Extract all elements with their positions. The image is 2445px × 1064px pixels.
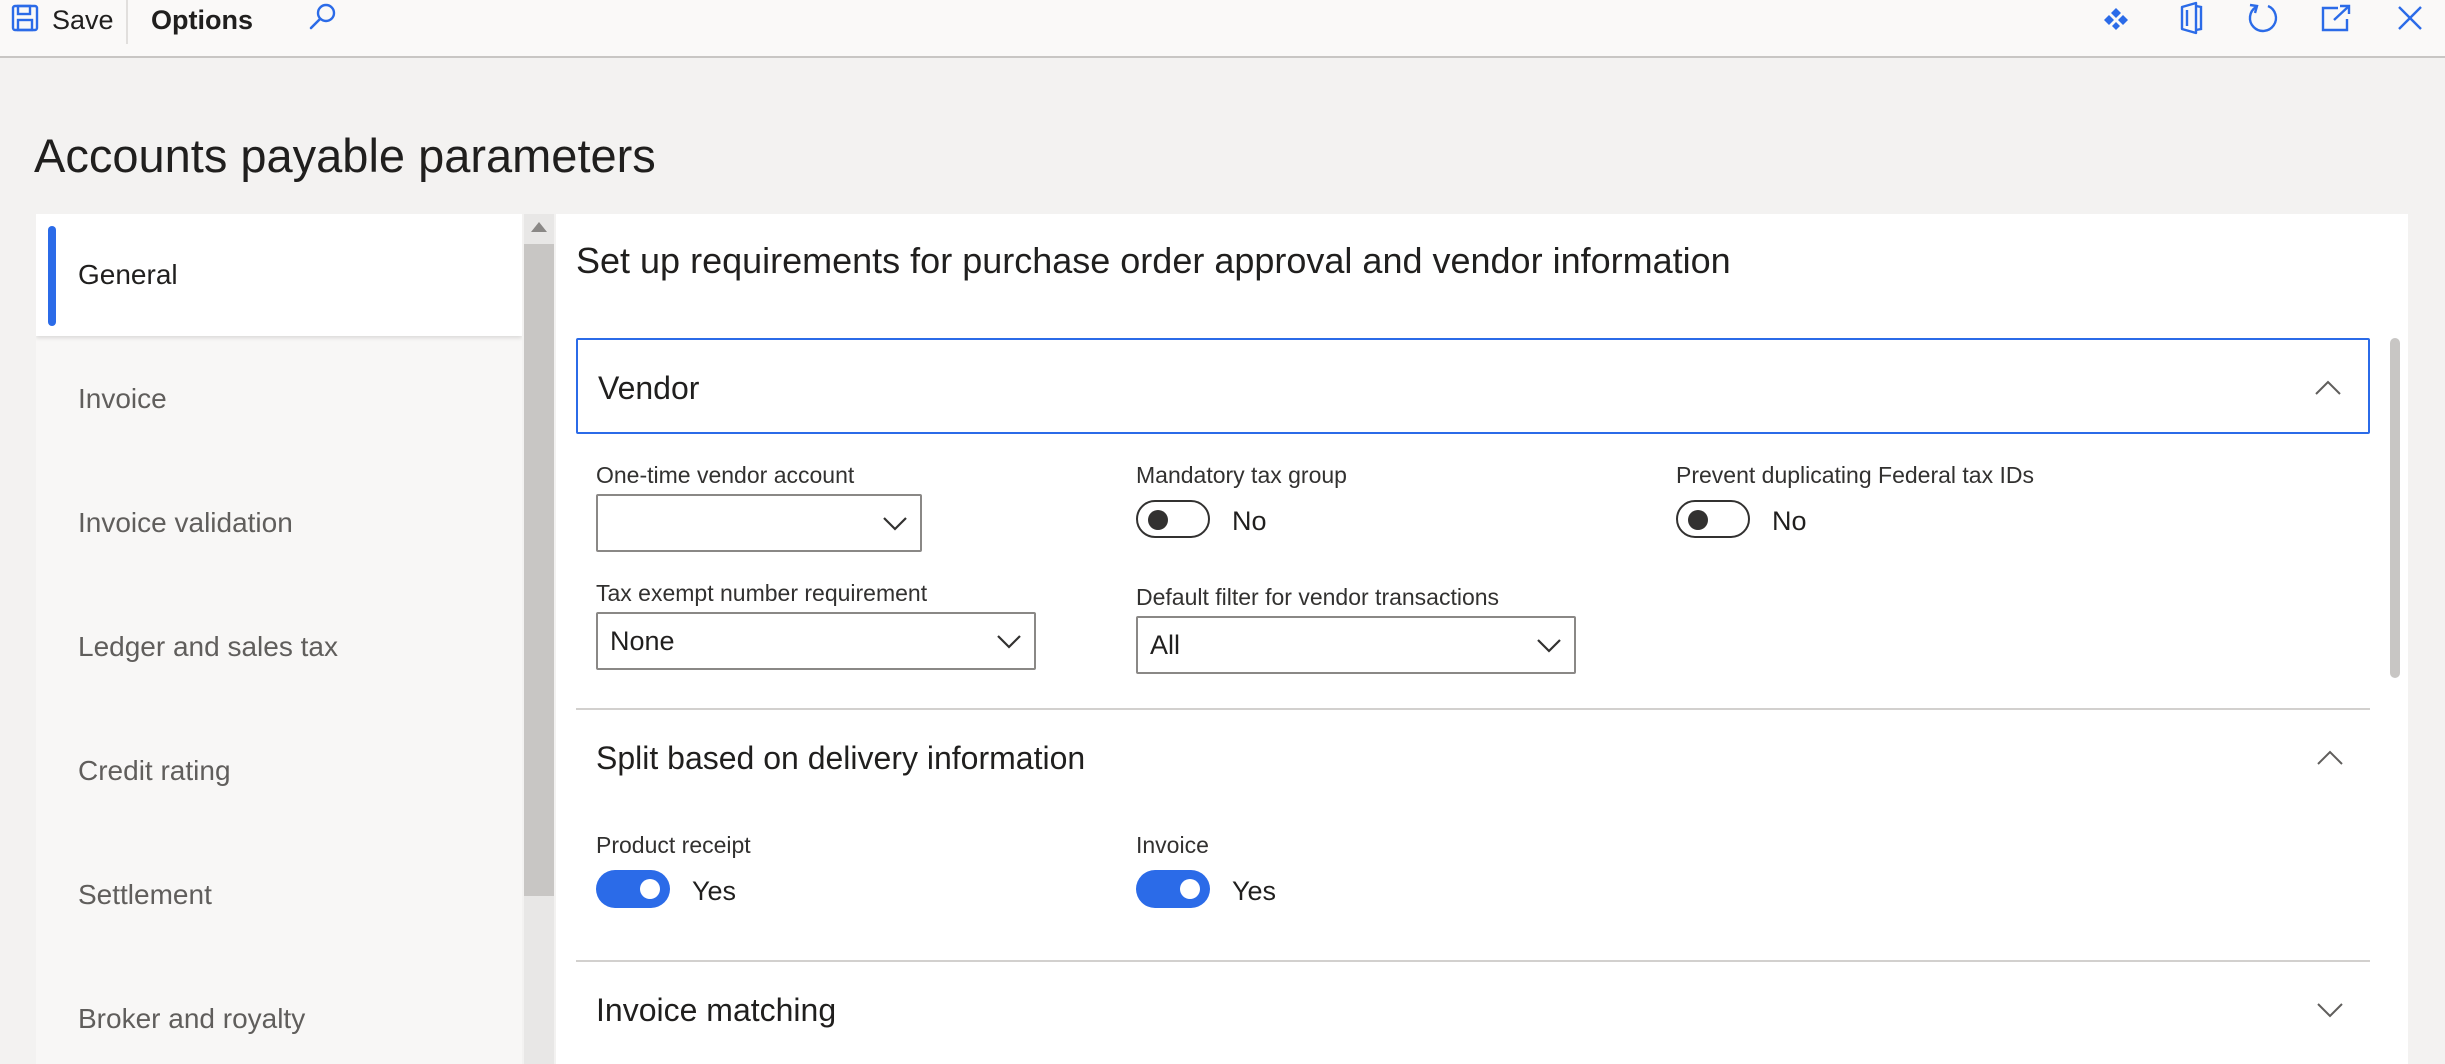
- refresh-icon: [2248, 3, 2278, 33]
- nav-item-label: Settlement: [78, 879, 212, 910]
- toggle-knob: [1148, 510, 1168, 530]
- chevron-up-icon: [2315, 380, 2341, 395]
- dropdown-value: All: [1150, 630, 1181, 660]
- prevent-duplicating-toggle[interactable]: [1676, 500, 1750, 538]
- mandatory-tax-group-toggle[interactable]: [1136, 500, 1210, 538]
- office-icon: [2180, 1, 2203, 35]
- chevron-down-icon: [883, 517, 907, 531]
- toggle-knob: [1180, 879, 1200, 899]
- search-icon: [309, 3, 336, 30]
- one-time-vendor-account-dropdown[interactable]: [596, 494, 922, 552]
- split-fasttab-header[interactable]: Split based on delivery information: [576, 710, 2370, 806]
- scroll-up-arrow-icon[interactable]: [531, 222, 547, 232]
- nav-item-label: General: [78, 259, 178, 290]
- chevron-down-icon: [2317, 1003, 2343, 1018]
- nav-item-label: Invoice: [78, 383, 167, 414]
- section-heading: Set up requirements for purchase order a…: [576, 240, 1731, 281]
- chevron-up-icon: [2317, 750, 2343, 765]
- refresh-button[interactable]: [2243, 0, 2283, 36]
- chevron-down-icon: [997, 635, 1021, 649]
- open-new-window-icon: [2321, 4, 2351, 32]
- field-label: Default filter for vendor transactions: [1136, 584, 1500, 610]
- page-title: Accounts payable parameters: [34, 129, 656, 182]
- command-bar: Save Options: [0, 0, 2445, 58]
- nav-item-ledger-and-sales-tax[interactable]: Ledger and sales tax: [36, 586, 522, 708]
- default-filter-dropdown[interactable]: All: [1136, 616, 1576, 674]
- nav-item-label: Credit rating: [78, 755, 231, 786]
- field-label: Mandatory tax group: [1136, 462, 1347, 488]
- nav-item-label: Ledger and sales tax: [78, 631, 338, 662]
- field-label: Tax exempt number requirement: [596, 580, 928, 606]
- nav-scrollbar-thumb[interactable]: [524, 244, 554, 896]
- nav-item-invoice-validation[interactable]: Invoice validation: [36, 462, 522, 584]
- toggle-knob: [640, 879, 660, 899]
- search-button[interactable]: [305, 0, 341, 36]
- fasttab-title: Invoice matching: [596, 992, 837, 1028]
- field-label: Invoice: [1136, 832, 1209, 858]
- invoice-toggle[interactable]: [1136, 870, 1210, 908]
- diamond-icon: [2104, 8, 2128, 30]
- nav-item-label: Invoice validation: [78, 507, 293, 538]
- toggle-state-text: Yes: [692, 876, 737, 906]
- selected-indicator: [48, 226, 56, 326]
- nav-item-credit-rating[interactable]: Credit rating: [36, 710, 522, 832]
- main-scrollbar-thumb[interactable]: [2390, 338, 2400, 678]
- office-button[interactable]: [2170, 0, 2210, 36]
- save-icon: [10, 3, 40, 38]
- nav-item-settlement[interactable]: Settlement: [36, 834, 522, 956]
- nav-item-invoice[interactable]: Invoice: [36, 338, 522, 460]
- field-label: Product receipt: [596, 832, 751, 858]
- diamond-button[interactable]: [2096, 0, 2136, 36]
- save-label: Save: [52, 4, 114, 35]
- toggle-state-text: No: [1772, 506, 1807, 536]
- options-menu[interactable]: Options: [151, 2, 253, 38]
- fasttab-title: Split based on delivery information: [596, 740, 1086, 776]
- toggle-state-text: No: [1232, 506, 1267, 536]
- left-nav: General Invoice Invoice validation Ledge…: [36, 214, 522, 1064]
- toggle-state-text: Yes: [1232, 876, 1277, 906]
- fasttab-title: Vendor: [598, 370, 700, 406]
- toggle-knob: [1688, 510, 1708, 530]
- vendor-fasttab-header[interactable]: Vendor: [576, 338, 2370, 434]
- field-label: Prevent duplicating Federal tax IDs: [1676, 462, 2034, 488]
- open-new-window-button[interactable]: [2316, 0, 2356, 36]
- close-icon: [2398, 6, 2422, 30]
- main-panel: Set up requirements for purchase order a…: [556, 214, 2408, 1064]
- dropdown-value: None: [610, 626, 675, 656]
- nav-item-label: Broker and royalty: [78, 1003, 306, 1034]
- nav-item-broker-and-royalty[interactable]: Broker and royalty: [36, 958, 522, 1064]
- tax-exempt-number-dropdown[interactable]: None: [596, 612, 1036, 670]
- toolbar-divider: [126, 0, 128, 44]
- invoice-matching-fasttab-header[interactable]: Invoice matching: [576, 962, 2370, 1058]
- close-button[interactable]: [2390, 0, 2430, 36]
- field-label: One-time vendor account: [596, 462, 855, 488]
- product-receipt-toggle[interactable]: [596, 870, 670, 908]
- chevron-down-icon: [1537, 639, 1561, 653]
- nav-item-general[interactable]: General: [36, 214, 522, 336]
- save-button[interactable]: Save: [10, 0, 114, 40]
